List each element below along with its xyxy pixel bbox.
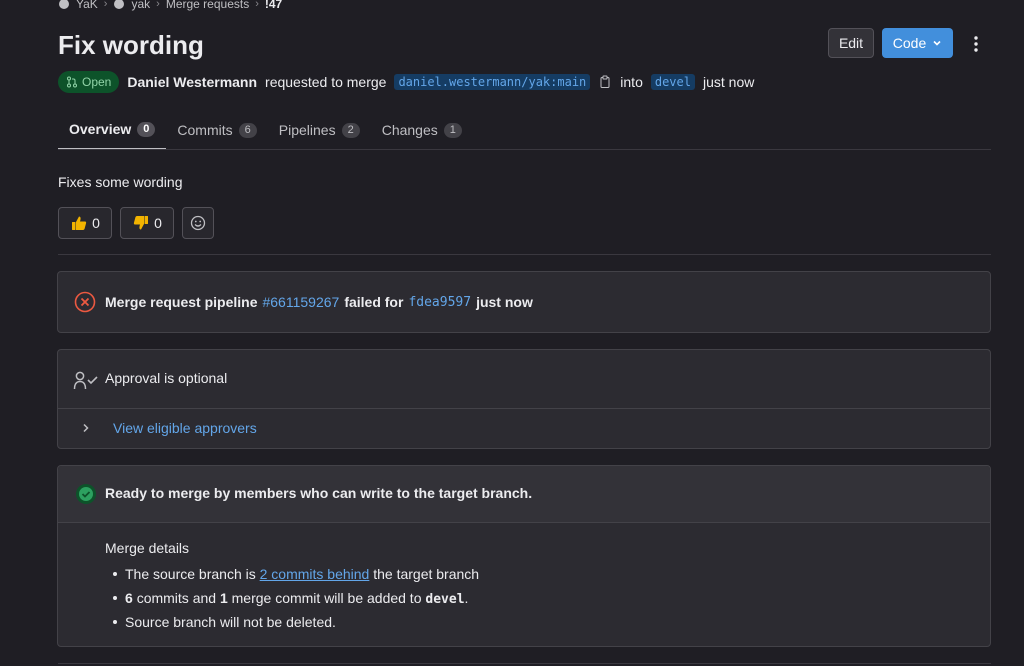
merge-request-meta: Open Daniel Westermann requested to merg… bbox=[58, 70, 754, 94]
smiley-icon bbox=[190, 215, 206, 231]
copy-icon[interactable] bbox=[598, 75, 612, 89]
more-actions-button[interactable] bbox=[966, 32, 986, 56]
source-branch[interactable]: daniel.westermann/yak:main bbox=[394, 74, 591, 90]
tab-count: 6 bbox=[238, 122, 257, 138]
target-branch-name: devel bbox=[425, 591, 465, 607]
thumbs-down-icon bbox=[133, 216, 149, 230]
merge-details-title: Merge details bbox=[105, 540, 190, 556]
merge-request-tabs: Overview 0 Commits 6 Pipelines 2 Changes 1 bbox=[58, 110, 473, 150]
status-badge: Open bbox=[58, 71, 120, 93]
tab-label: Changes bbox=[381, 122, 438, 138]
pipeline-failed-text: failed for bbox=[344, 294, 404, 310]
requested-text: requested to merge bbox=[265, 74, 387, 90]
add-reaction-button[interactable] bbox=[182, 207, 214, 239]
commit-sha-link[interactable]: fdea9597 bbox=[408, 295, 471, 310]
description: Fixes some wording bbox=[58, 174, 183, 190]
tab-pipelines[interactable]: Pipelines 2 bbox=[268, 110, 371, 150]
merge-details-list: The source branch is 2 commits behind th… bbox=[113, 562, 479, 634]
description-divider bbox=[58, 254, 991, 255]
code-button-label: Code bbox=[892, 35, 927, 51]
list-item: 6 commits and 1 merge commit will be add… bbox=[113, 586, 479, 610]
tab-label: Pipelines bbox=[278, 122, 336, 138]
bullet bbox=[113, 572, 117, 576]
failed-status-icon[interactable] bbox=[74, 291, 96, 313]
line2-suffix: merge commit will be added to bbox=[231, 589, 422, 606]
approval-user-check-icon bbox=[73, 371, 98, 390]
line3-text: Source branch will not be deleted. bbox=[125, 614, 336, 630]
project-avatar-icon bbox=[59, 0, 69, 9]
breadcrumb-separator-icon: › bbox=[156, 0, 160, 10]
edit-button-label: Edit bbox=[838, 35, 864, 51]
pipeline-time: just now bbox=[476, 294, 533, 310]
line1-prefix: The source branch is bbox=[125, 566, 256, 582]
into-text: into bbox=[620, 74, 643, 90]
expand-approvers-button[interactable] bbox=[82, 420, 94, 436]
bullet bbox=[113, 596, 117, 600]
target-branch[interactable]: devel bbox=[650, 74, 695, 90]
approval-divider bbox=[58, 408, 990, 409]
breadcrumb-separator-icon: › bbox=[103, 0, 108, 10]
breadcrumb-separator-icon: › bbox=[255, 0, 259, 10]
thumbs-up-count: 0 bbox=[92, 215, 100, 231]
breadcrumb-current[interactable]: !47 bbox=[265, 0, 282, 11]
thumbs-down-button[interactable]: 0 bbox=[120, 207, 174, 239]
bullet bbox=[113, 620, 117, 624]
breadcrumb-project[interactable]: yak bbox=[131, 0, 150, 11]
tab-label: Overview bbox=[69, 121, 132, 137]
pipeline-widget: Merge request pipeline #661159267 failed… bbox=[57, 271, 991, 333]
breadcrumb-group[interactable]: YaK bbox=[76, 0, 98, 11]
approval-status bbox=[73, 370, 99, 393]
pipeline-message: Merge request pipeline #661159267 failed… bbox=[105, 292, 533, 312]
tab-overview[interactable]: Overview 0 bbox=[58, 110, 167, 150]
list-item: Source branch will not be deleted. bbox=[113, 610, 479, 634]
page-title: Fix wording bbox=[58, 30, 204, 60]
kebab-menu-icon bbox=[974, 36, 978, 52]
tab-commits[interactable]: Commits 6 bbox=[166, 110, 267, 150]
time-ago: just now bbox=[702, 74, 755, 90]
line2-mid: commits and bbox=[136, 589, 217, 606]
merge-widget-divider bbox=[58, 522, 990, 523]
code-dropdown-button[interactable]: Code bbox=[882, 28, 953, 58]
commits-behind-link[interactable]: 2 commits behind bbox=[260, 566, 370, 582]
breadcrumb: YaK › yak › Merge requests › !47 bbox=[58, 0, 282, 12]
tab-count: 2 bbox=[341, 122, 360, 138]
merge-request-icon bbox=[67, 76, 77, 88]
breadcrumb-merge-requests[interactable]: Merge requests bbox=[166, 0, 249, 11]
thumbs-down-count: 0 bbox=[154, 215, 162, 231]
view-eligible-approvers-link[interactable]: View eligible approvers bbox=[113, 420, 257, 436]
chevron-right-icon bbox=[83, 423, 89, 433]
status-label: Open bbox=[82, 75, 112, 89]
author-name[interactable]: Daniel Westermann bbox=[127, 74, 257, 90]
list-item: The source branch is 2 commits behind th… bbox=[113, 562, 479, 586]
tab-count: 0 bbox=[137, 121, 156, 137]
approval-widget: Approval is optional View eligible appro… bbox=[57, 349, 991, 449]
pipeline-id-link[interactable]: #661159267 bbox=[262, 294, 339, 310]
bottom-divider bbox=[58, 663, 991, 664]
tab-count: 1 bbox=[443, 122, 462, 138]
commit-count: 6 bbox=[125, 589, 133, 606]
pipeline-prefix: Merge request pipeline bbox=[105, 294, 258, 310]
thumbs-up-icon bbox=[72, 216, 87, 230]
chevron-down-icon bbox=[933, 40, 941, 46]
approval-text: Approval is optional bbox=[105, 370, 228, 386]
tabs-divider bbox=[58, 149, 991, 150]
ready-to-merge-text: Ready to merge by members who can write … bbox=[105, 485, 533, 501]
thumbs-up-button[interactable]: 0 bbox=[58, 207, 112, 239]
pipeline-status bbox=[74, 291, 96, 316]
merge-widget: Ready to merge by members who can write … bbox=[57, 465, 991, 647]
tab-label: Commits bbox=[177, 122, 233, 138]
merge-status bbox=[75, 483, 97, 508]
success-status-icon bbox=[76, 484, 96, 504]
edit-button[interactable]: Edit bbox=[828, 28, 874, 58]
tab-changes[interactable]: Changes 1 bbox=[371, 110, 473, 150]
line1-suffix: the target branch bbox=[373, 566, 480, 582]
merge-commit-count: 1 bbox=[219, 589, 228, 606]
project-avatar-icon bbox=[114, 0, 125, 9]
